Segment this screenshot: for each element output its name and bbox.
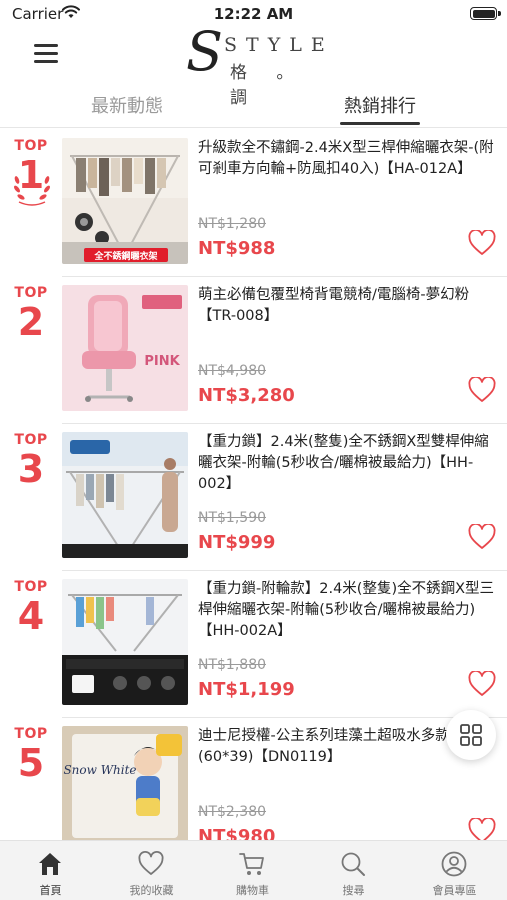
- original-price: NT$1,590: [198, 510, 267, 526]
- product-image[interactable]: Snow White: [62, 726, 188, 840]
- product-title[interactable]: 【重力鎖-附輪款】2.4米(整隻)全不銹鋼X型三桿伸縮曬衣架-附輪(5秒收合/曬…: [198, 579, 498, 642]
- rank-badge: TOP 5: [0, 726, 62, 786]
- nav-bar: S STYLE 格 。調: [0, 22, 507, 109]
- rank-badge: TOP 3: [0, 432, 62, 492]
- tab-search[interactable]: 搜尋: [303, 841, 404, 900]
- tab-label: 購物車: [236, 884, 269, 897]
- battery-icon: [470, 7, 497, 20]
- product-item[interactable]: TOP 2 PINK 萌主必備包覆型椅背電競椅/電腦椅-夢幻粉【TR-008】 …: [0, 277, 507, 424]
- status-bar: Carrier 12:22 AM: [0, 0, 507, 28]
- battery-tip: [498, 11, 501, 16]
- product-image[interactable]: PINK: [62, 285, 188, 411]
- bottom-tab-bar: 首頁 我的收藏 購物車 搜尋 會員專區: [0, 840, 507, 900]
- user-icon: [441, 851, 467, 877]
- thumb-caption: 全不銹鋼曬衣架: [93, 250, 157, 262]
- sale-price: NT$999: [198, 532, 276, 553]
- product-image[interactable]: [62, 432, 188, 558]
- logo-word: STYLE: [224, 34, 334, 56]
- tab-bestsellers[interactable]: 熱銷排行: [300, 92, 460, 118]
- product-item[interactable]: TOP 5 Snow White 迪士尼授權-公主系列珪藻土超吸水多款選擇(60…: [0, 718, 507, 840]
- sale-price: NT$1,199: [198, 679, 295, 700]
- tab-label: 我的收藏: [129, 884, 174, 897]
- product-title[interactable]: 升級款全不鏽鋼-2.4米X型三桿伸縮曬衣架-(附可剎車方向輪+防風扣40入)【H…: [198, 138, 498, 180]
- sale-price: NT$3,280: [198, 385, 295, 406]
- tab-label: 搜尋: [342, 884, 365, 897]
- product-image[interactable]: 全不銹鋼曬衣架: [62, 138, 188, 264]
- original-price: NT$2,380: [198, 804, 267, 820]
- search-icon: [341, 852, 365, 876]
- thumb-caption: PINK: [144, 354, 180, 369]
- active-tab-indicator: [340, 122, 420, 125]
- rank-number: 5: [17, 741, 45, 785]
- original-price: NT$1,280: [198, 216, 267, 232]
- grid-icon: [460, 724, 482, 746]
- product-image[interactable]: [62, 579, 188, 705]
- tab-label: 會員專區: [432, 884, 477, 897]
- rank-badge: TOP 4: [0, 579, 62, 639]
- thumb-caption: Snow White: [63, 763, 136, 777]
- tab-label: 首頁: [39, 884, 62, 897]
- home-icon: [39, 853, 61, 875]
- rank-number: 2: [17, 300, 45, 344]
- tab-member[interactable]: 會員專區: [404, 841, 505, 900]
- product-item[interactable]: TOP 4 【重力鎖-附輪款】2.4米(整隻)全不銹鋼X型三桿伸縮曬衣架-附輪(…: [0, 571, 507, 718]
- heart-icon[interactable]: [468, 230, 496, 256]
- tab-cart[interactable]: 購物車: [202, 841, 303, 900]
- clock: 12:22 AM: [213, 5, 294, 23]
- tab-latest[interactable]: 最新動態: [47, 92, 207, 118]
- heart-icon[interactable]: [468, 671, 496, 697]
- sale-price: NT$980: [198, 826, 276, 840]
- cart-icon: [239, 853, 264, 875]
- grid-view-button[interactable]: [446, 710, 496, 760]
- tab-bar-top: 最新動態 熱銷排行: [0, 84, 507, 128]
- rank-badge: TOP 1: [0, 138, 62, 206]
- rank-number: 4: [17, 594, 45, 638]
- product-title[interactable]: 【重力鎖】2.4米(整隻)全不銹鋼X型雙桿伸縮曬衣架-附輪(5秒收合/曬棉被最給…: [198, 432, 498, 495]
- rank-badge: TOP 2: [0, 285, 62, 345]
- heart-icon: [138, 850, 164, 875]
- product-list[interactable]: TOP 1 全不銹鋼曬衣架 升級款全不鏽鋼-2.4米X型三桿伸縮曬衣架-(附可剎…: [0, 130, 507, 840]
- menu-icon[interactable]: [34, 44, 58, 64]
- logo-initial: S: [186, 20, 223, 83]
- original-price: NT$4,980: [198, 363, 267, 379]
- brand-logo: S STYLE 格 。調: [186, 22, 326, 109]
- tab-favorites[interactable]: 我的收藏: [101, 841, 202, 900]
- rank-number: 3: [17, 447, 45, 491]
- heart-icon[interactable]: [468, 524, 496, 550]
- heart-icon[interactable]: [468, 818, 496, 840]
- product-title[interactable]: 萌主必備包覆型椅背電競椅/電腦椅-夢幻粉【TR-008】: [198, 285, 498, 327]
- sale-price: NT$988: [198, 238, 276, 259]
- laurel-icon: [14, 176, 50, 206]
- original-price: NT$1,880: [198, 657, 267, 673]
- product-item[interactable]: TOP 1 全不銹鋼曬衣架 升級款全不鏽鋼-2.4米X型三桿伸縮曬衣架-(附可剎…: [0, 130, 507, 277]
- heart-icon[interactable]: [468, 377, 496, 403]
- product-item[interactable]: TOP 3 【重力鎖】2.4米(整隻)全不銹鋼X型雙桿伸縮曬衣架-附輪(5秒收合…: [0, 424, 507, 571]
- tab-home[interactable]: 首頁: [0, 841, 101, 900]
